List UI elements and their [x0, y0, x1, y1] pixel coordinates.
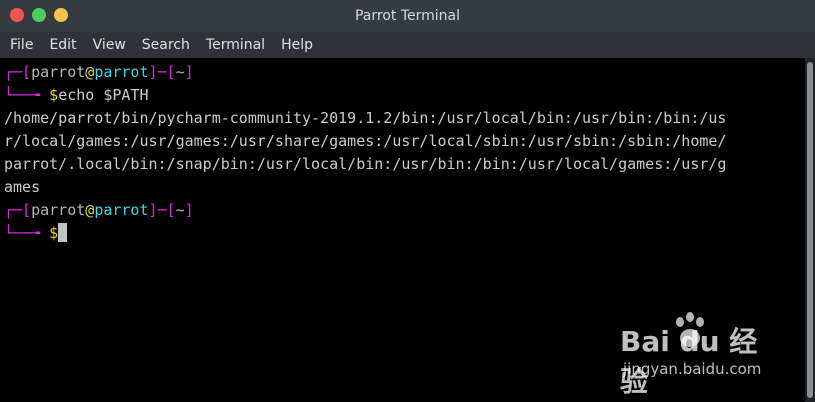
watermark-url: jingyan.baidu.com — [623, 360, 762, 378]
menu-search[interactable]: Search — [142, 37, 190, 53]
prompt-line-2: ┌─[parrot@parrot]─[~] — [4, 199, 805, 222]
command-line-1: └──╼ $echo $PATH — [4, 84, 805, 107]
prompt-box-bottom: └──╼ — [4, 86, 50, 104]
prompt-close: ] — [184, 201, 194, 219]
prompt-dollar: $ — [49, 224, 59, 242]
window-title: Parrot Terminal — [354, 8, 461, 24]
command-text: echo $PATH — [58, 86, 149, 104]
menu-view[interactable]: View — [93, 37, 126, 53]
vertical-scrollbar[interactable] — [805, 58, 815, 402]
prompt-dollar: $ — [49, 86, 59, 104]
menu-edit[interactable]: Edit — [49, 37, 76, 53]
prompt-separator: ]─[ — [148, 63, 176, 81]
prompt-user: parrot — [31, 63, 86, 81]
output-line: /home/parrot/bin/pycharm-community-2019.… — [4, 109, 727, 127]
maximize-window-button[interactable] — [32, 8, 46, 22]
text-cursor — [58, 223, 68, 242]
output-line: r/local/games:/usr/games:/usr/share/game… — [4, 132, 727, 150]
menu-terminal[interactable]: Terminal — [206, 37, 265, 53]
title-bar: Parrot Terminal — [0, 0, 815, 32]
prompt-box-top: ┌─[ — [4, 201, 32, 219]
prompt-at: @ — [85, 201, 95, 219]
output-line: parrot/.local/bin:/snap/bin:/usr/local/b… — [4, 155, 727, 173]
prompt-box-bottom: └──╼ — [4, 224, 50, 242]
prompt-dir: ~ — [175, 63, 185, 81]
prompt-host: parrot — [94, 63, 149, 81]
baidu-watermark: Bai du 经验 jingyan.baidu.com — [620, 312, 780, 398]
prompt-box-top: ┌─[ — [4, 63, 32, 81]
menu-file[interactable]: File — [10, 37, 33, 53]
command-line-2: └──╼ $ — [4, 222, 805, 245]
prompt-separator: ]─[ — [148, 201, 176, 219]
paw-icon — [672, 312, 708, 356]
prompt-user: parrot — [31, 201, 86, 219]
prompt-at: @ — [85, 63, 95, 81]
scrollbar-thumb[interactable] — [807, 62, 813, 398]
prompt-host: parrot — [94, 201, 149, 219]
prompt-dir: ~ — [175, 201, 185, 219]
output-line: ames — [4, 178, 41, 196]
minimize-window-button[interactable] — [54, 8, 68, 22]
menu-help[interactable]: Help — [281, 37, 313, 53]
close-window-button[interactable] — [10, 8, 24, 22]
prompt-line-1: ┌─[parrot@parrot]─[~] — [4, 61, 805, 84]
prompt-close: ] — [184, 63, 194, 81]
menu-bar: File Edit View Search Terminal Help — [0, 32, 815, 58]
